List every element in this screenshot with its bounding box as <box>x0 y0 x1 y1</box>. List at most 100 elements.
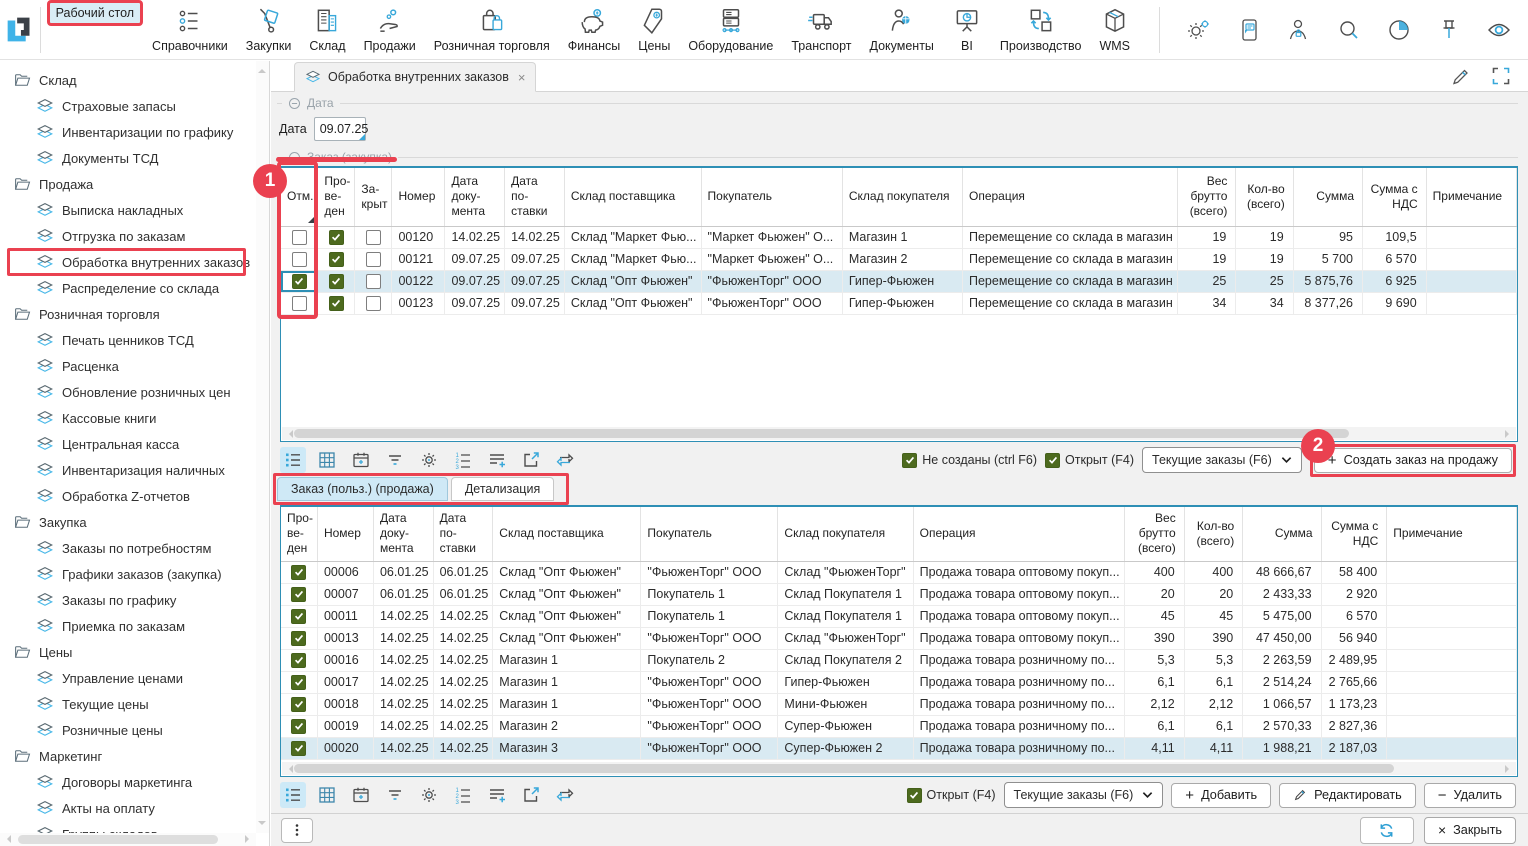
toolbar-add-row-button[interactable] <box>484 782 510 808</box>
ribbon-item-finance[interactable]: Финансы <box>559 0 629 59</box>
unchecked-checkbox[interactable] <box>292 230 307 245</box>
ribbon-item-documents[interactable]: Документы <box>860 0 942 59</box>
table-row[interactable]: 0001614.02.2514.02.25Магазин 1Покупатель… <box>281 649 1517 671</box>
checked-checkbox[interactable] <box>291 741 306 756</box>
toolbar-open-external-button[interactable] <box>518 447 544 473</box>
sidebar-item[interactable]: Печать ценников ТСД <box>0 327 256 353</box>
sidebar-group-4[interactable]: Цены <box>0 639 256 665</box>
table-row[interactable]: 0000606.01.2506.01.25Склад "Опт Фьюжен""… <box>281 561 1517 583</box>
date-group-header[interactable]: Дата <box>271 92 1528 112</box>
checked-checkbox[interactable] <box>329 252 344 267</box>
tab-internal-orders[interactable]: Обработка внутренних заказов × <box>294 62 536 92</box>
column-header[interactable]: Операция <box>913 507 1124 561</box>
table-row[interactable]: 0012014.02.2514.02.25Склад "Маркет Фью..… <box>281 226 1517 248</box>
toolbar-calendar-button[interactable] <box>348 447 374 473</box>
column-header[interactable]: Сумма <box>1293 168 1362 226</box>
checked-checkbox[interactable] <box>291 697 306 712</box>
toolbar-numbered-list-button[interactable]: 123 <box>450 782 476 808</box>
column-header[interactable]: Склад поставщика <box>493 507 641 561</box>
ribbon-item-bi[interactable]: BI <box>943 0 991 59</box>
horizontal-scrollbar[interactable] <box>282 427 1516 440</box>
ribbon-item-retail[interactable]: Розничная торговля <box>425 0 559 59</box>
delete-button[interactable]: −Удалить <box>1424 783 1516 808</box>
sidebar-item[interactable]: Инвентаризации по графику <box>0 119 256 145</box>
ribbon-item-equipment[interactable]: Оборудование <box>679 0 782 59</box>
sidebar-item[interactable]: Акты на оплату <box>0 795 256 821</box>
ribbon-item-transport[interactable]: Транспорт <box>782 0 860 59</box>
sidebar-item[interactable]: Обновление розничных цен <box>0 379 256 405</box>
orders-filter-select[interactable]: Текущие заказы (F6) <box>1142 447 1302 473</box>
sidebar-item[interactable]: Обработка внутренних заказов <box>0 249 256 275</box>
tab-detail[interactable]: Детализация <box>451 477 554 501</box>
column-header[interactable]: Сумма с НДС <box>1321 507 1387 561</box>
sidebar-group-0[interactable]: Склад <box>0 67 256 93</box>
column-header[interactable]: Номер <box>317 507 373 561</box>
create-sales-order-button[interactable]: + Создать заказ на продажу <box>1314 448 1512 473</box>
search-button[interactable] <box>1335 16 1362 43</box>
column-header[interactable]: Вес брутто (всего) <box>1124 507 1184 561</box>
column-header[interactable]: Покупатель <box>701 168 842 226</box>
toolbar-settings-gear-button[interactable] <box>416 782 442 808</box>
checked-checkbox[interactable] <box>291 653 306 668</box>
sidebar-group-3[interactable]: Закупка <box>0 509 256 535</box>
column-header[interactable]: Операция <box>963 168 1178 226</box>
toolbar-filter-button[interactable] <box>382 447 408 473</box>
toolbar-add-row-button[interactable] <box>484 447 510 473</box>
table-row[interactable]: 0012309.07.2509.07.25Склад "Опт Фьюжен""… <box>281 292 1517 314</box>
fullscreen-button[interactable] <box>1490 65 1512 87</box>
sidebar-item[interactable]: Центральная касса <box>0 431 256 457</box>
user-lock-button[interactable] <box>1285 16 1312 43</box>
ribbon-item-price-tag[interactable]: Цены <box>629 0 679 59</box>
column-header[interactable]: Примечание <box>1387 507 1517 561</box>
sidebar-item[interactable]: Розничные цены <box>0 717 256 743</box>
ribbon-item-hand-truck[interactable]: Закупки <box>237 0 301 59</box>
sidebar-item[interactable]: Графики заказов (закупка) <box>0 561 256 587</box>
app-logo[interactable] <box>0 11 40 49</box>
column-header[interactable]: Склад покупателя <box>842 168 962 226</box>
unchecked-checkbox[interactable] <box>366 230 381 245</box>
column-header[interactable]: Отм. <box>281 168 318 226</box>
more-menu-button[interactable] <box>281 818 313 843</box>
close-button[interactable]: ×Закрыть <box>1424 817 1516 844</box>
sidebar-item[interactable]: Страховые запасы <box>0 93 256 119</box>
checked-checkbox[interactable] <box>292 274 307 289</box>
table-row[interactable]: 0001814.02.2514.02.25Магазин 1"ФьюженТор… <box>281 693 1517 715</box>
horizontal-scrollbar[interactable] <box>282 762 1516 775</box>
column-header[interactable]: Номер <box>392 168 445 226</box>
toolbar-open-external-button[interactable] <box>518 782 544 808</box>
toolbar-grid-view-button[interactable] <box>314 447 340 473</box>
column-header[interactable]: Склад покупателя <box>778 507 913 561</box>
column-header[interactable]: Сумма с НДС <box>1363 168 1427 226</box>
column-header[interactable]: Вес брутто (всего) <box>1177 168 1236 226</box>
column-header[interactable]: Кол-во (всего) <box>1184 507 1243 561</box>
column-header[interactable]: Про- ве- ден <box>318 168 355 226</box>
messages-button[interactable] <box>1235 16 1262 43</box>
table-row[interactable]: 0012209.07.2509.07.25Склад "Опт Фьюжен""… <box>281 270 1517 292</box>
order-group-header[interactable]: Заказ (закупка) <box>271 146 1528 166</box>
sidebar-horizontal-scrollbar[interactable] <box>0 833 256 846</box>
sidebar-item[interactable]: Заказы по графику <box>0 587 256 613</box>
unchecked-checkbox[interactable] <box>366 252 381 267</box>
unchecked-checkbox[interactable] <box>366 296 381 311</box>
checked-checkbox[interactable] <box>291 631 306 646</box>
table-row[interactable]: 0001314.02.2514.02.25Склад "Опт Фьюжен""… <box>281 627 1517 649</box>
column-header[interactable]: Склад поставщика <box>564 168 701 226</box>
column-header[interactable]: Дата по- ставки <box>433 507 493 561</box>
sidebar-item[interactable]: Договоры маркетинга <box>0 769 256 795</box>
toolbar-settings-gear-button[interactable] <box>416 447 442 473</box>
sidebar-item[interactable]: Выписка накладных <box>0 197 256 223</box>
sidebar-item[interactable]: Кассовые книги <box>0 405 256 431</box>
ribbon-item-wms[interactable]: WMS <box>1090 0 1139 59</box>
checked-checkbox[interactable] <box>291 565 306 580</box>
tab-close-icon[interactable]: × <box>518 70 526 85</box>
edit-button[interactable]: Редактировать <box>1279 783 1416 808</box>
table-row[interactable]: 0012109.07.2509.07.25Склад "Маркет Фью..… <box>281 248 1517 270</box>
sidebar-item[interactable]: Отгрузка по заказам <box>0 223 256 249</box>
sidebar-group-5[interactable]: Маркетинг <box>0 743 256 769</box>
ribbon-item-directory[interactable]: Справочники <box>143 0 237 59</box>
edit-pencil-button[interactable] <box>1450 65 1472 87</box>
column-header[interactable]: Про- ве- ден <box>281 507 317 561</box>
collapse-icon[interactable] <box>288 97 301 110</box>
sidebar-item[interactable]: Приемка по заказам <box>0 613 256 639</box>
sidebar-group-2[interactable]: Розничная торговля <box>0 301 256 327</box>
